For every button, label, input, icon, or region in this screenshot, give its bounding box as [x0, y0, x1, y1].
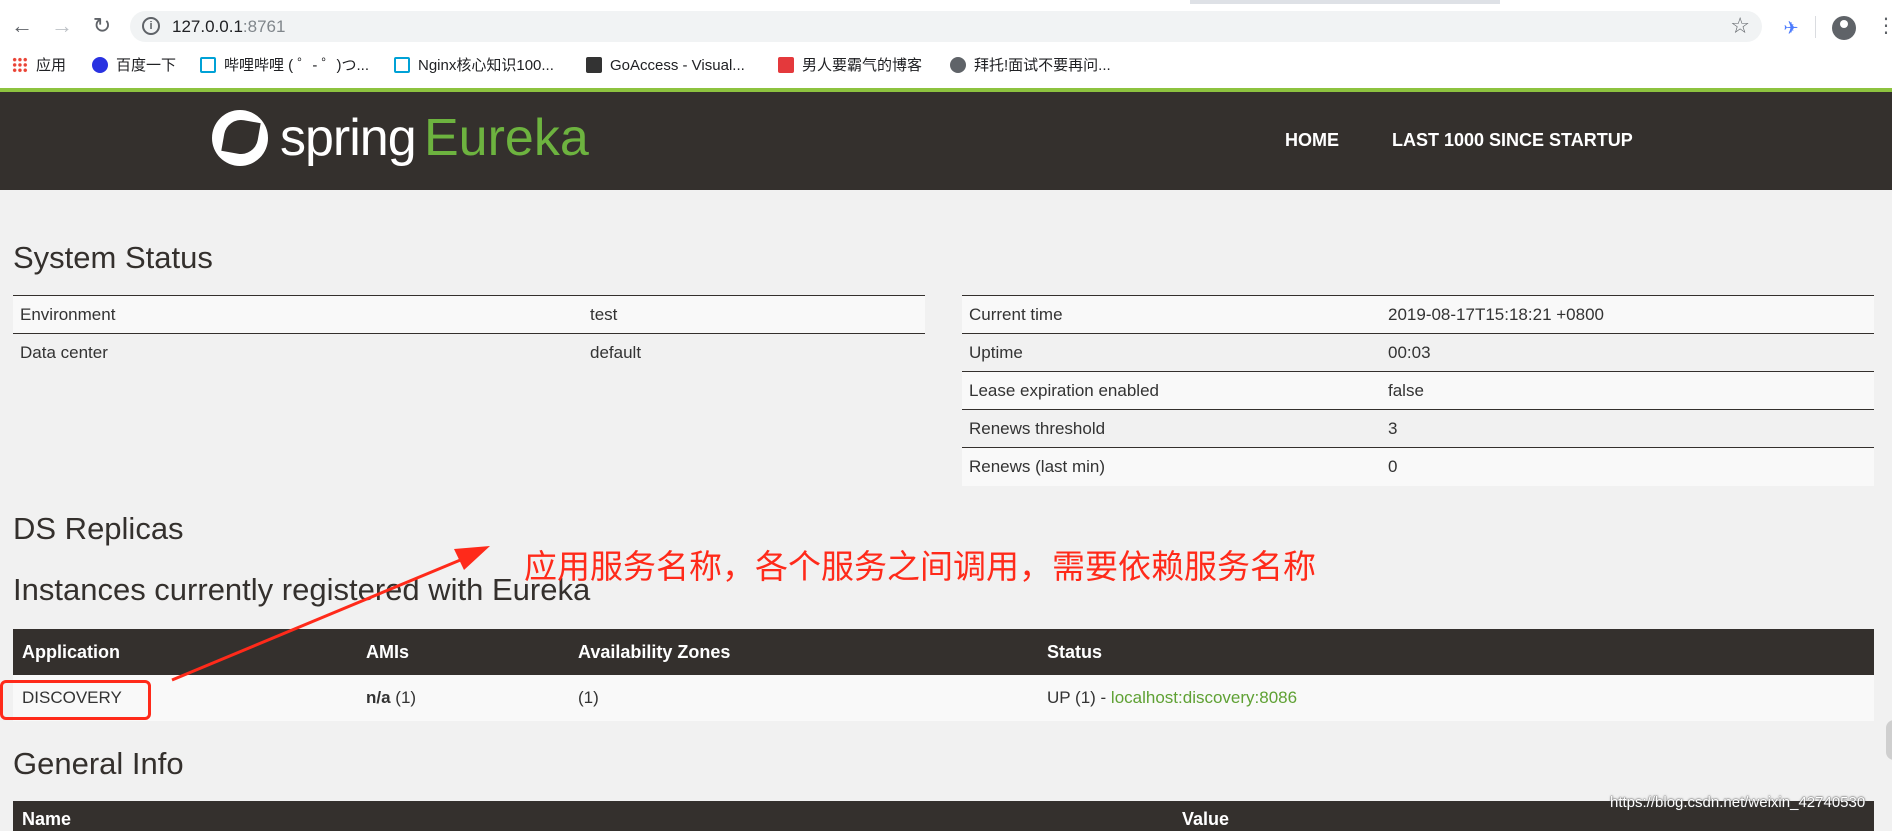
table-row: DISCOVERY n/a (1) (1) UP (1) - localhost…	[13, 675, 1874, 721]
table-row: Data center default	[13, 333, 925, 372]
status-value: false	[1381, 371, 1874, 410]
status-label: Uptime	[962, 333, 1381, 372]
col-availability-zones: Availability Zones	[569, 629, 1038, 675]
bookmark-star-icon[interactable]: ☆	[1730, 13, 1750, 39]
general-info-title: General Info	[13, 746, 184, 781]
bookmark-apps[interactable]: 应用	[12, 56, 66, 76]
apps-grid-icon	[12, 57, 28, 73]
globe-icon	[950, 57, 966, 73]
extension-icon[interactable]: ✈	[1780, 17, 1802, 39]
status-label: Renews (last min)	[962, 447, 1381, 486]
csdn-icon	[778, 57, 794, 73]
scroll-handle[interactable]	[1886, 720, 1892, 760]
status-label: Data center	[13, 333, 583, 372]
status-value: default	[583, 333, 925, 372]
instance-amis: n/a (1)	[357, 675, 569, 721]
annotation-text: 应用服务名称，各个服务之间调用，需要依赖服务名称	[524, 548, 1316, 585]
bookmark-nginx[interactable]: Nginx核心知识100...	[394, 56, 554, 76]
forward-icon[interactable]: →	[50, 14, 74, 38]
instances-table: Application AMIs Availability Zones Stat…	[13, 629, 1874, 721]
instance-status-link[interactable]: localhost:discovery:8086	[1111, 688, 1297, 707]
table-row: Uptime 00:03	[962, 333, 1874, 372]
goaccess-icon	[586, 57, 602, 73]
profile-avatar-icon[interactable]	[1832, 16, 1856, 40]
table-header-row: Name Value	[13, 801, 1874, 831]
info-icon[interactable]: i	[142, 17, 160, 35]
reload-icon[interactable]: ↻	[90, 14, 114, 38]
table-row: Environment test	[13, 295, 925, 334]
bookmark-interview[interactable]: 拜托!面试不要再问...	[950, 56, 1111, 76]
ds-replicas-title: DS Replicas	[13, 511, 184, 546]
table-row: Current time 2019-08-17T15:18:21 +0800	[962, 295, 1874, 334]
status-value: 00:03	[1381, 333, 1874, 372]
status-label: Environment	[13, 295, 583, 334]
table-row: Renews (last min) 0	[962, 447, 1874, 486]
col-amis: AMIs	[357, 629, 569, 675]
bilibili-icon	[200, 57, 216, 73]
address-bar[interactable]: i 127.0.0.1:8761 ☆	[130, 11, 1762, 42]
browser-toolbar: ← → ↻ i 127.0.0.1:8761 ☆ ✈ ⋮	[0, 4, 1892, 48]
bilibili-icon	[394, 57, 410, 73]
status-value: 2019-08-17T15:18:21 +0800	[1381, 295, 1874, 334]
instances-title: Instances currently registered with Eure…	[13, 572, 591, 607]
bookmark-bilibili[interactable]: 哔哩哔哩 ( ゜- ゜)つ...	[200, 56, 369, 76]
bookmark-baidu[interactable]: 百度一下	[92, 56, 176, 76]
bookmark-goaccess[interactable]: GoAccess - Visual...	[586, 56, 745, 76]
system-status-title: System Status	[13, 240, 213, 275]
system-status-left-table: Environment test Data center default	[13, 295, 925, 372]
back-icon[interactable]: ←	[10, 14, 34, 38]
col-name: Name	[13, 801, 1173, 831]
general-info-table: Name Value	[13, 801, 1874, 831]
instance-zones: (1)	[569, 675, 1038, 721]
col-application: Application	[13, 629, 357, 675]
bookmark-blog[interactable]: 男人要霸气的博客	[778, 56, 922, 76]
toolbar-divider	[1815, 16, 1816, 38]
col-status: Status	[1038, 629, 1874, 675]
status-value: 3	[1381, 409, 1874, 448]
table-header-row: Application AMIs Availability Zones Stat…	[13, 629, 1874, 675]
nav-last-1000[interactable]: LAST 1000 SINCE STARTUP	[1392, 130, 1633, 151]
system-status-right-table: Current time 2019-08-17T15:18:21 +0800 U…	[962, 295, 1874, 486]
logo-eureka-text[interactable]: Eureka	[424, 108, 589, 168]
logo-spring-text[interactable]: spring	[280, 108, 417, 168]
annotation-highlight-box	[0, 680, 151, 720]
menu-icon[interactable]: ⋮	[1876, 16, 1892, 38]
browser-chrome: ← → ↻ i 127.0.0.1:8761 ☆ ✈ ⋮ 应用 百度一下 哔哩哔…	[0, 0, 1892, 92]
table-row: Renews threshold 3	[962, 409, 1874, 448]
status-value: test	[583, 295, 925, 334]
spring-leaf-logo-icon[interactable]	[212, 110, 268, 166]
bookmarks-bar: 应用 百度一下 哔哩哔哩 ( ゜- ゜)つ... Nginx核心知识100...…	[0, 50, 1892, 82]
url-text[interactable]: 127.0.0.1:8761	[172, 17, 285, 37]
eureka-navbar: spring Eureka HOME LAST 1000 SINCE START…	[0, 92, 1892, 190]
status-label: Renews threshold	[962, 409, 1381, 448]
watermark: https://blog.csdn.net/weixin_42740530	[1610, 794, 1866, 811]
nav-home[interactable]: HOME	[1285, 130, 1339, 151]
status-label: Current time	[962, 295, 1381, 334]
table-row: Lease expiration enabled false	[962, 371, 1874, 410]
baidu-paw-icon	[92, 57, 108, 73]
instance-status: UP (1) - localhost:discovery:8086	[1038, 675, 1874, 721]
status-value: 0	[1381, 447, 1874, 486]
status-label: Lease expiration enabled	[962, 371, 1381, 410]
